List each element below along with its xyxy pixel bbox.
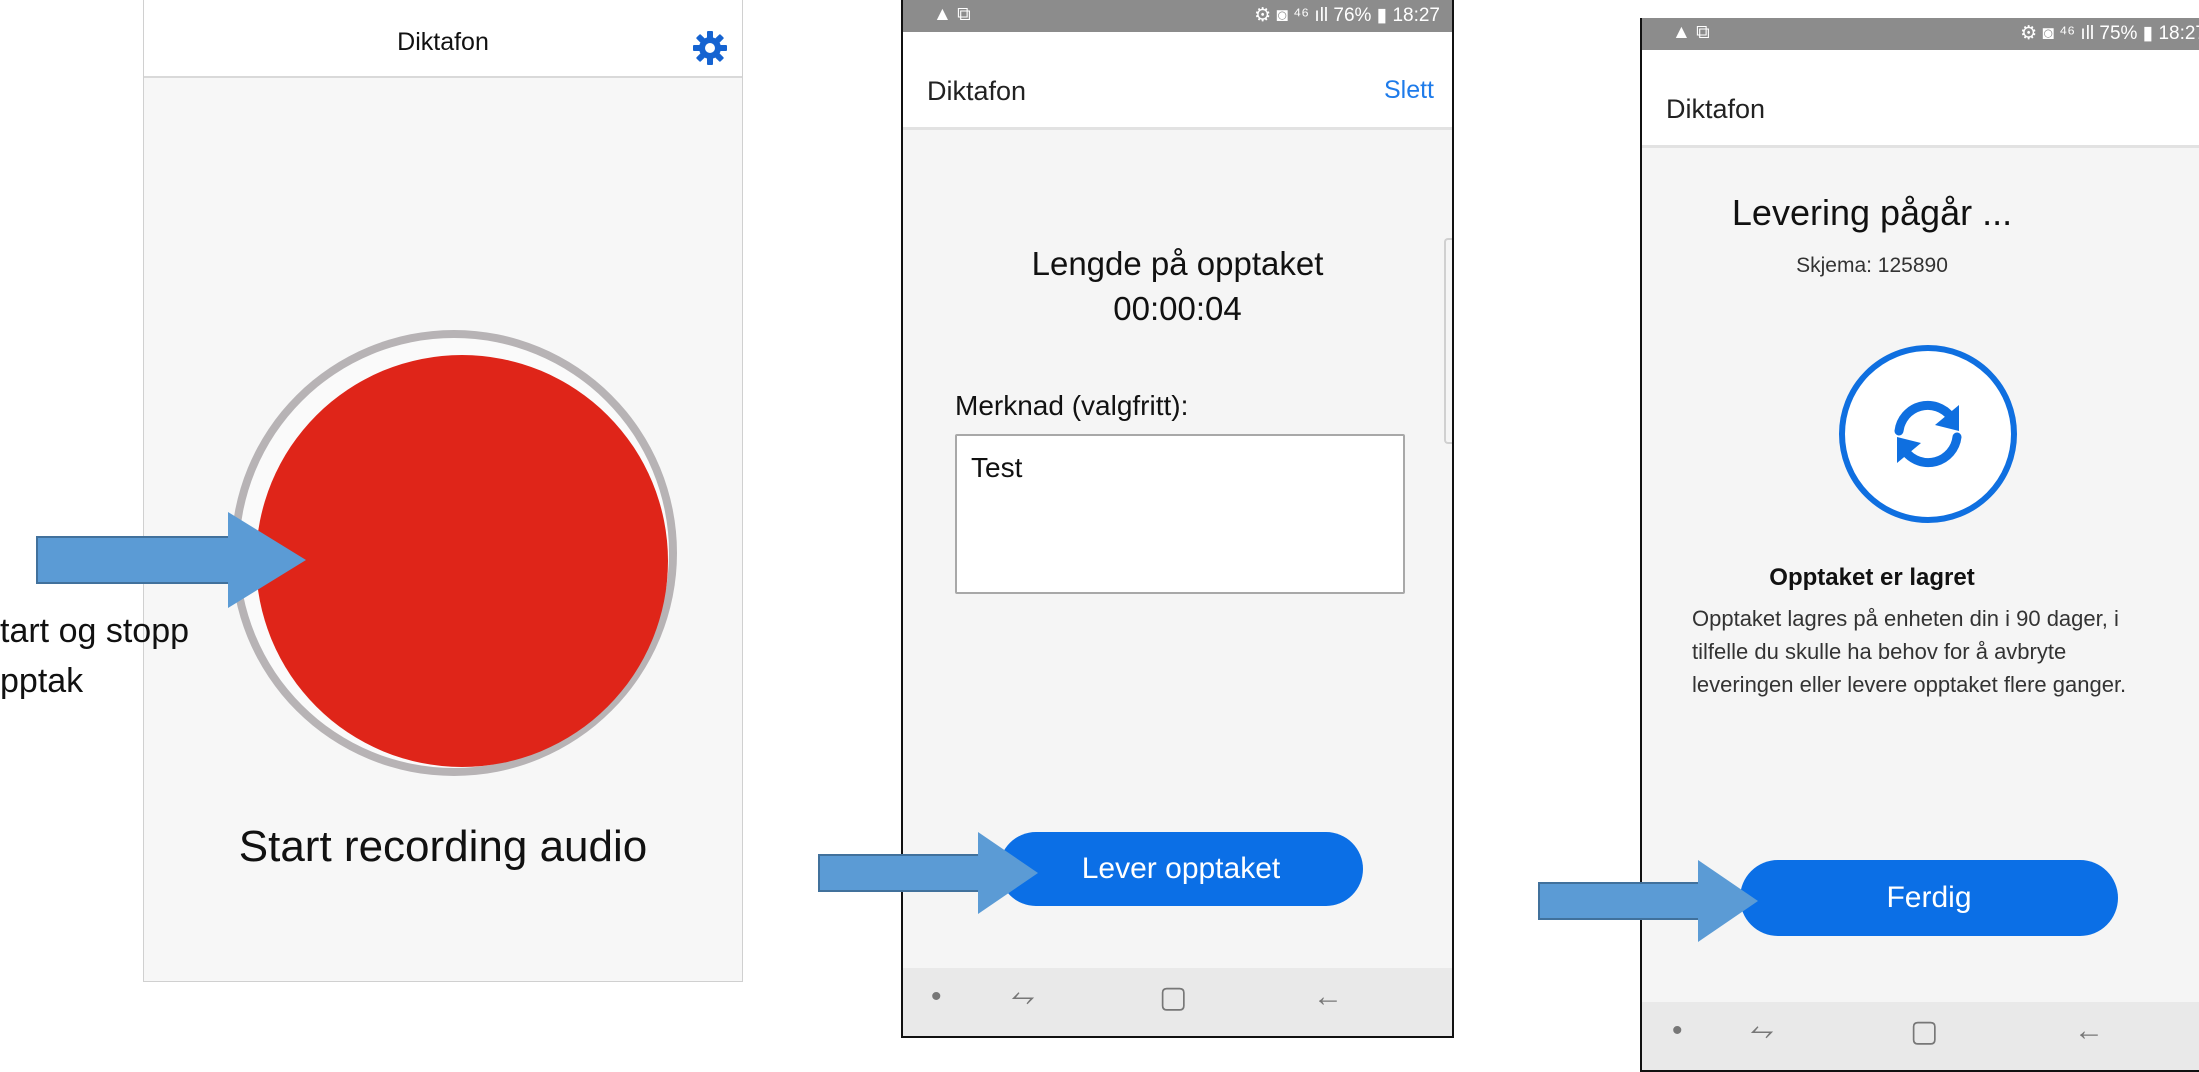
recording-length-label: Lengde på opptaket	[1031, 245, 1324, 282]
nav-dot-icon: •	[931, 980, 942, 1013]
annotation-line-1: tart og stopp	[0, 612, 190, 650]
app-title: Diktafon	[927, 76, 1027, 106]
android-nav-bar: • ⥊ ▢ ←	[903, 968, 1452, 1036]
delivery-heading: Levering pågår ...	[1731, 192, 2013, 233]
saved-description: Opptaket lagres på enheten din i 90 dage…	[1692, 606, 2127, 697]
note-label: Merknad (valgfritt):	[955, 390, 1189, 421]
delete-button[interactable]: Slett	[1384, 76, 1434, 105]
back-icon[interactable]: ←	[1313, 980, 1343, 1014]
recording-length-value: 00:00:04	[1113, 290, 1242, 327]
form-number: Skjema: 125890	[1796, 254, 1948, 277]
app-bar: Diktafon Slett	[903, 32, 1452, 130]
status-icons-right: ⚙ ◙ ⁴⁶ ıll 75% ▮ 18:27	[2020, 23, 2199, 44]
sync-status	[1839, 345, 2017, 523]
recent-apps-icon[interactable]: ⥊	[1011, 980, 1035, 1014]
record-button[interactable]	[256, 355, 668, 767]
status-icons-left: ▲ ⧉	[1672, 22, 1710, 43]
recent-apps-icon[interactable]: ⥊	[1750, 1014, 1774, 1048]
status-bar: ▲ ⧉ ⚙ ◙ ⁴⁶ ıll 76% ▮ 18:27	[903, 0, 1452, 32]
done-button[interactable]: Ferdig	[1740, 860, 2118, 936]
annotation-line-2: pptak	[0, 662, 84, 700]
status-icons-left: ▲ ⧉	[933, 4, 971, 25]
back-icon[interactable]: ←	[2074, 1014, 2104, 1048]
status-bar: ▲ ⧉ ⚙ ◙ ⁴⁶ ıll 75% ▮ 18:27	[1642, 18, 2199, 50]
home-icon[interactable]: ▢	[1910, 1014, 1938, 1049]
gear-icon[interactable]	[692, 30, 728, 66]
screen-record: Diktafon Start recording audio	[143, 0, 743, 982]
sync-icon	[1894, 400, 1962, 468]
annotation-text: tart og stopp pptak	[0, 606, 189, 706]
screen-title: Diktafon	[397, 28, 489, 56]
note-textarea[interactable]: Test	[955, 434, 1405, 594]
nav-dot-icon: •	[1672, 1014, 1683, 1047]
scroll-indicator	[1444, 238, 1452, 444]
app-title: Diktafon	[1666, 94, 1766, 124]
deliver-recording-button[interactable]: Lever opptaket	[999, 832, 1363, 906]
nav-bar: Diktafon	[144, 0, 742, 78]
app-bar: Diktafon	[1642, 50, 2199, 148]
android-nav-bar: • ⥊ ▢ ←	[1642, 1002, 2199, 1070]
record-caption: Start recording audio	[238, 822, 648, 871]
status-icons-right: ⚙ ◙ ⁴⁶ ıll 76% ▮ 18:27	[1254, 5, 1440, 26]
home-icon[interactable]: ▢	[1159, 980, 1187, 1015]
saved-title: Opptaket er lagret	[1769, 564, 1975, 591]
